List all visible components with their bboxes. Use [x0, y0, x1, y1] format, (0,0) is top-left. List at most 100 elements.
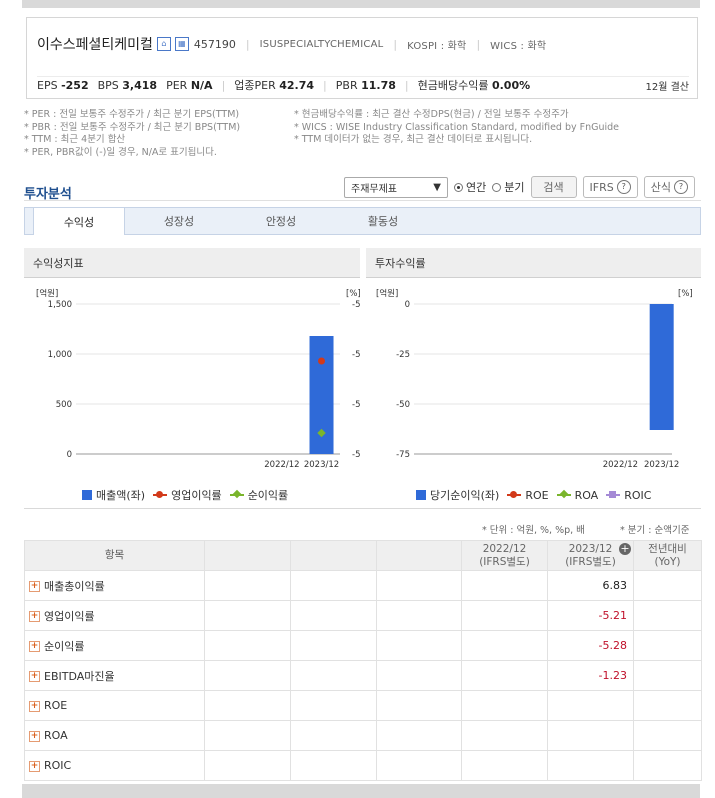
analysis-tabs: 수익성 성장성 안정성 활동성 [24, 207, 701, 235]
radio-quarter[interactable]: 분기 [492, 179, 525, 195]
table-row: + ROIC [24, 750, 702, 781]
header-yoy: 전년대비 (YoY) [633, 540, 702, 571]
panel-profitability-head: 수익성지표 [24, 248, 360, 278]
x-tick-label: 2023/12 [304, 460, 339, 470]
header-item: 항목 [24, 540, 205, 571]
market-sector: KOSPI : 화학 [407, 40, 467, 52]
row-label[interactable]: + 영업이익률 [24, 600, 205, 631]
analysis-controls: 주재무제표 ▼ 연간 분기 검색 IFRS? 산식? [344, 176, 695, 198]
legend-item-roa: ROA [556, 489, 598, 502]
expand-row-icon[interactable]: + [29, 760, 40, 772]
x-tick-label: 2022/12 [264, 460, 299, 470]
sector-per-metric: 업종PER 42.74 [234, 79, 315, 92]
building-icon[interactable]: ▦ [174, 37, 189, 51]
profitability-table: 항목 2022/12 (IFRS별도) 2023/12 (IFRS별도) + 전년대비… [24, 540, 702, 781]
value-2023 [547, 690, 634, 721]
stock-code: 457190 [193, 37, 236, 51]
pbr-metric: PBR 11.78 [335, 78, 396, 92]
x-tick-label: 2022/12 [603, 460, 638, 470]
top-scroll-edge [22, 0, 700, 8]
wics-sector: WICS : 화학 [490, 40, 547, 52]
note-right-2: * TTM 데이터가 없는 경우, 최근 결산 데이터로 표시됩니다. [294, 134, 533, 145]
expand-columns-icon[interactable]: + [619, 543, 631, 555]
right-axis-unit: [%] [678, 289, 693, 299]
left-tick-label: -50 [396, 400, 410, 410]
table-row: + 매출총이익률 6.83 [24, 570, 702, 601]
note-left-2: * TTM : 최근 4분기 합산 [24, 134, 126, 145]
left-tick-label: 500 [56, 400, 72, 410]
search-button[interactable]: 검색 [530, 176, 577, 198]
table-header: 항목 2022/12 (IFRS별도) 2023/12 (IFRS별도) + 전년대비… [24, 540, 702, 571]
row-label[interactable]: + EBITDA마진율 [24, 660, 205, 691]
metric-notes: * PER : 전일 보통주 수정주가 / 최근 분기 EPS(TTM) * P… [24, 109, 619, 159]
formula-button[interactable]: 산식? [643, 176, 695, 198]
table-row: + ROA [24, 720, 702, 751]
row-label[interactable]: + 매출총이익률 [24, 570, 205, 601]
tab-growth[interactable]: 성장성 [133, 207, 225, 235]
expand-row-icon[interactable]: + [29, 730, 40, 742]
dividend-yield-metric: 현금배당수익률 0.00% [417, 79, 531, 92]
row-label[interactable]: + ROIC [24, 750, 205, 781]
value-2023: 6.83 [547, 570, 634, 601]
company-header: 이수스페셜티케미컬 ⌂ ▦ 457190 | ISUSPECIALTYCHEMI… [37, 34, 546, 54]
eps-metric: EPS -252 [37, 78, 89, 92]
legend-item-roic: ROIC [606, 489, 651, 502]
value-2023 [547, 720, 634, 751]
table-row: + 순이익률 -5.28 [24, 630, 702, 661]
settlement-month: 12월 결산 [645, 81, 689, 93]
radio-annual[interactable]: 연간 [454, 179, 486, 195]
return-chart: [억원] [%] 0 -25 -50 -75 2022/12 2023/12 [376, 288, 693, 470]
help-icon: ? [616, 180, 631, 194]
left-axis-unit: [억원] [376, 288, 398, 299]
statement-select[interactable]: 주재무제표 ▼ [344, 176, 448, 198]
bottom-scroll-edge [22, 784, 700, 798]
company-summary-card: 이수스페셜티케미컬 ⌂ ▦ 457190 | ISUSPECIALTYCHEMI… [26, 17, 698, 99]
profitability-legend: 매출액(좌) 영업이익률 순이익률 [82, 487, 296, 503]
right-tick-label: -5 [352, 300, 360, 310]
tab-stability[interactable]: 안정성 [235, 207, 327, 235]
right-axis-unit: [%] [346, 289, 360, 299]
left-tick-label: 1,000 [48, 350, 72, 360]
header-2023: 2023/12 (IFRS별도) + [547, 540, 634, 571]
quarter-note: * 분기 : 순액기준 [620, 525, 690, 536]
profitability-chart: [억원] [%] 1,500 -5 1,000 -5 500 -5 0 -5 2022/12 2023… [36, 288, 360, 470]
expand-row-icon[interactable]: + [29, 671, 40, 682]
row-label[interactable]: + ROA [24, 720, 205, 751]
note-left-1: * PBR : 전일 보통주 수정주가 / 최근 분기 BPS(TTM) [24, 121, 241, 133]
left-tick-label: 0 [67, 450, 72, 460]
company-name: 이수스페셜티케미컬 [37, 37, 153, 53]
english-name: ISUSPECIALTYCHEMICAL [259, 38, 384, 50]
panel-return-head: 투자수익률 [366, 248, 701, 278]
note-right-0: * 현금배당수익률 : 최근 결산 수정DPS(현금) / 전일 보통주 수정주… [294, 109, 569, 120]
home-icon[interactable]: ⌂ [156, 37, 171, 51]
return-legend: 당기순이익(좌) ROE ROA ROIC [416, 487, 659, 503]
right-tick-label: -5 [352, 450, 360, 460]
unit-note: * 단위 : 억원, %, %p, 배 [482, 525, 585, 536]
note-left-0: * PER : 전일 보통주 수정주가 / 최근 분기 EPS(TTM) [24, 109, 240, 120]
left-tick-label: -75 [396, 450, 410, 460]
legend-item-roe: ROE [507, 489, 549, 502]
value-2023: -5.28 [547, 630, 634, 661]
left-tick-label: 0 [405, 300, 410, 310]
left-tick-label: -25 [396, 350, 410, 360]
help-icon: ? [673, 180, 688, 194]
expand-row-icon[interactable]: + [29, 700, 40, 712]
table-row: + EBITDA마진율 -1.23 [24, 660, 702, 691]
ifrs-button[interactable]: IFRS? [582, 176, 638, 198]
value-2023 [547, 750, 634, 781]
expand-row-icon[interactable]: + [29, 641, 40, 652]
legend-item-net-margin: 순이익률 [229, 487, 288, 503]
row-label[interactable]: + ROE [24, 690, 205, 721]
chevron-down-icon: ▼ [433, 181, 441, 193]
bps-metric: BPS 3,418 [97, 78, 158, 92]
row-label[interactable]: + 순이익률 [24, 630, 205, 661]
right-tick-label: -5 [352, 400, 360, 410]
tab-activity[interactable]: 활동성 [337, 207, 429, 235]
note-left-3: * PER, PBR값이 (-)일 경우, N/A로 표기됩니다. [24, 146, 217, 158]
expand-row-icon[interactable]: + [29, 581, 40, 592]
tab-profitability[interactable]: 수익성 [33, 207, 125, 235]
legend-item-net-income: 당기순이익(좌) [416, 487, 499, 503]
expand-row-icon[interactable]: + [29, 611, 40, 622]
header-2022: 2022/12 (IFRS별도) [461, 540, 548, 571]
right-tick-label: -5 [352, 350, 360, 360]
